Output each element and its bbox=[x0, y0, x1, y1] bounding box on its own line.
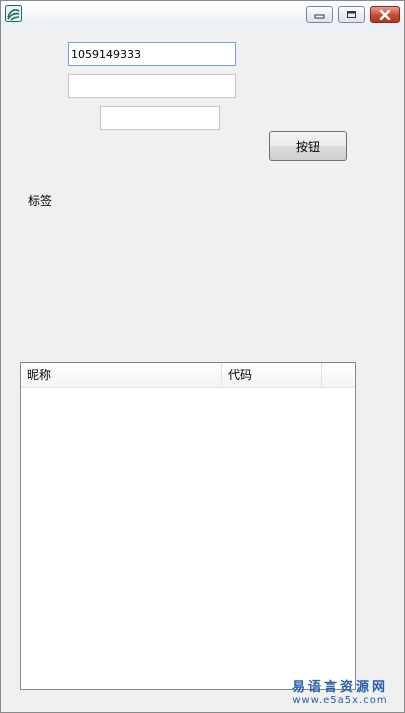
title-bar[interactable] bbox=[1, 1, 404, 29]
column-header-nickname[interactable]: 昵称 bbox=[21, 363, 222, 387]
text-field-2[interactable] bbox=[68, 74, 236, 98]
minimize-button[interactable] bbox=[306, 6, 333, 23]
main-window: 按钮 标签 昵称 代码 易语言资源网 www.e5a5x.com bbox=[0, 0, 405, 713]
minimize-icon bbox=[314, 14, 325, 19]
watermark-name: 易语言资源网 bbox=[291, 680, 388, 695]
maximize-button[interactable] bbox=[338, 6, 365, 23]
close-icon bbox=[379, 9, 391, 20]
static-label: 标签 bbox=[28, 194, 53, 208]
close-button[interactable] bbox=[370, 6, 400, 23]
watermark-url: www.e5a5x.com bbox=[292, 695, 388, 706]
column-header-filler bbox=[322, 363, 355, 387]
text-field-3[interactable] bbox=[100, 106, 220, 130]
maximize-icon bbox=[347, 11, 356, 18]
action-button[interactable]: 按钮 bbox=[269, 131, 347, 161]
list-header: 昵称 代码 bbox=[21, 363, 355, 388]
watermark: 易语言资源网 www.e5a5x.com bbox=[284, 676, 396, 706]
app-logo-icon bbox=[5, 5, 22, 22]
column-header-code[interactable]: 代码 bbox=[222, 363, 322, 387]
text-field-1[interactable] bbox=[68, 42, 236, 66]
list-view[interactable]: 昵称 代码 bbox=[20, 362, 356, 690]
